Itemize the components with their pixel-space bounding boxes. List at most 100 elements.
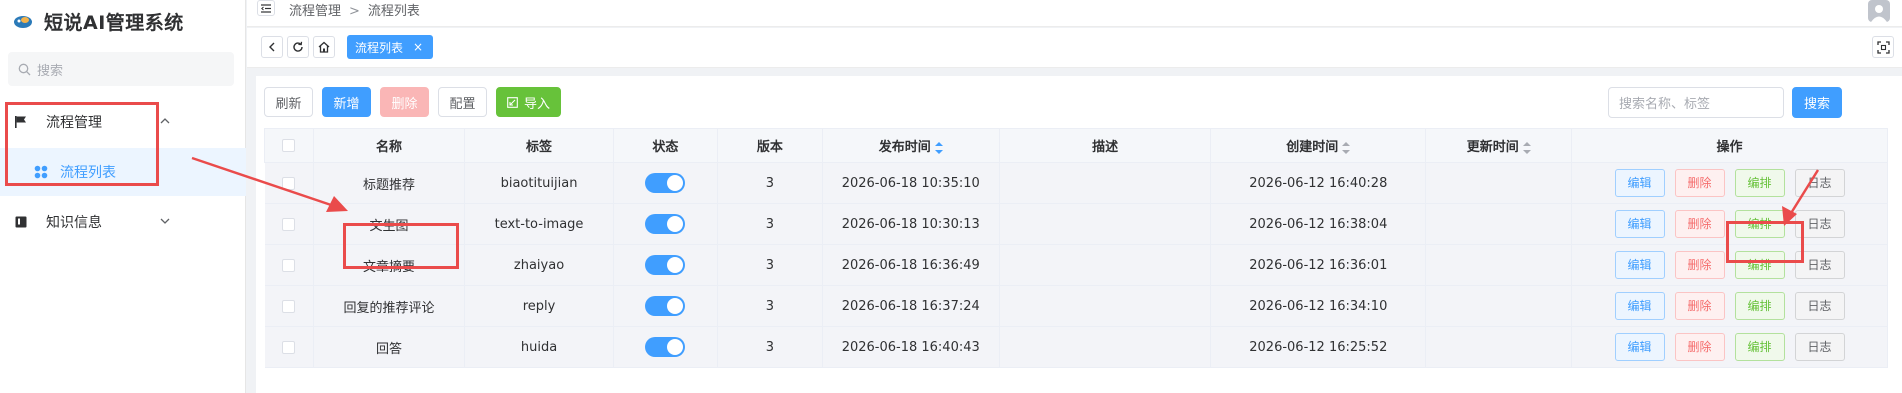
import-icon [507, 96, 518, 108]
log-button[interactable]: 日志 [1794, 251, 1845, 279]
row-select[interactable] [264, 162, 314, 204]
table-row: 回答 huida 3 2026-06-18 16:40:43 2026-06-1… [264, 326, 1888, 368]
main-panel: 刷新 新增 删除 配置 导入 搜索名称、标签 搜索 名称 标签 状态 版本 发布… [256, 76, 1902, 393]
fullscreen-icon [1876, 40, 1890, 54]
refresh-button[interactable]: 刷新 [264, 87, 313, 117]
cell-version: 3 [717, 244, 823, 286]
menu-knowledge-info[interactable]: 知识信息 [0, 200, 246, 244]
add-button[interactable]: 新增 [322, 87, 371, 117]
status-toggle[interactable] [645, 173, 686, 193]
chevron-left-icon [269, 42, 275, 52]
log-button[interactable]: 日志 [1794, 169, 1845, 197]
header-select-all[interactable] [264, 128, 314, 163]
sort-icon[interactable] [934, 141, 943, 154]
cell-actions: 编辑 删除 编排 日志 [1571, 285, 1888, 327]
header-updated[interactable]: 更新时间 [1425, 128, 1573, 163]
status-toggle[interactable] [645, 337, 686, 357]
collapse-sidebar-button[interactable] [257, 0, 275, 16]
cell-status [613, 326, 719, 368]
import-button[interactable]: 导入 [496, 87, 561, 117]
import-button-label: 导入 [523, 96, 550, 112]
checkbox[interactable] [282, 139, 296, 152]
menu-flow-list-label: 流程列表 [60, 165, 116, 181]
arrange-button[interactable]: 编排 [1734, 210, 1785, 238]
checkbox[interactable] [282, 299, 296, 313]
menu-flow-management[interactable]: 流程管理 [0, 100, 246, 144]
sort-icon[interactable] [1342, 141, 1351, 154]
delete-row-button[interactable]: 删除 [1674, 251, 1725, 279]
tab-flow-list[interactable]: 流程列表 × [347, 35, 434, 59]
cell-updated [1425, 244, 1573, 286]
edit-button[interactable]: 编辑 [1614, 169, 1665, 197]
arrange-button[interactable]: 编排 [1734, 251, 1785, 279]
cell-updated [1425, 203, 1573, 245]
status-toggle[interactable] [645, 255, 686, 275]
header-created-label: 创建时间 [1286, 140, 1339, 155]
header-tag: 标签 [464, 128, 614, 163]
cell-status [613, 244, 719, 286]
book-icon [15, 216, 27, 228]
cell-description [999, 285, 1212, 327]
search-input[interactable]: 搜索名称、标签 [1608, 87, 1784, 118]
cell-version: 3 [717, 326, 823, 368]
delete-row-button[interactable]: 删除 [1674, 292, 1725, 320]
table-row: 标题推荐 biaotituijian 3 2026-06-18 10:35:10… [264, 162, 1888, 204]
fullscreen-button[interactable] [1872, 36, 1894, 58]
checkbox[interactable] [282, 340, 296, 354]
cell-published: 2026-06-18 16:36:49 [822, 244, 1000, 286]
arrange-button[interactable]: 编排 [1734, 292, 1785, 320]
edit-button[interactable]: 编辑 [1614, 292, 1665, 320]
search-button[interactable]: 搜索 [1792, 87, 1842, 118]
sort-icon[interactable] [1522, 141, 1531, 154]
home-button[interactable] [313, 36, 335, 58]
log-button[interactable]: 日志 [1794, 210, 1845, 238]
delete-row-button[interactable]: 删除 [1674, 210, 1725, 238]
header-actions: 操作 [1571, 128, 1888, 163]
header-created[interactable]: 创建时间 [1210, 128, 1427, 163]
row-select[interactable] [264, 326, 314, 368]
status-toggle[interactable] [645, 214, 686, 234]
header-published[interactable]: 发布时间 [821, 128, 1000, 163]
delete-row-button[interactable]: 删除 [1674, 333, 1725, 361]
checkbox[interactable] [282, 176, 296, 190]
sidebar-search-placeholder: 搜索 [37, 63, 64, 79]
cell-status [613, 162, 719, 204]
avatar[interactable] [1868, 0, 1890, 22]
refresh-tab-button[interactable] [287, 36, 309, 58]
menu-flow-list[interactable]: 流程列表 [0, 148, 246, 196]
table-row: 文生图 text-to-image 3 2026-06-18 10:30:13 … [264, 203, 1888, 245]
cell-description [999, 326, 1212, 368]
apps-icon [34, 165, 48, 179]
breadcrumb-separator: > [349, 4, 360, 19]
log-button[interactable]: 日志 [1794, 292, 1845, 320]
checkbox[interactable] [282, 217, 296, 231]
row-select[interactable] [264, 244, 314, 286]
cell-tag: huida [464, 326, 614, 368]
log-button[interactable]: 日志 [1794, 333, 1845, 361]
status-toggle[interactable] [645, 296, 686, 316]
row-select[interactable] [264, 203, 314, 245]
sidebar-search[interactable]: 搜索 [8, 52, 234, 86]
header-status: 状态 [612, 128, 719, 163]
delete-row-button[interactable]: 删除 [1674, 169, 1725, 197]
checkbox[interactable] [282, 258, 296, 272]
cell-status [613, 203, 719, 245]
row-select[interactable] [264, 285, 314, 327]
cell-created: 2026-06-12 16:38:04 [1210, 203, 1427, 245]
arrange-button[interactable]: 编排 [1734, 333, 1785, 361]
cell-created: 2026-06-12 16:36:01 [1210, 244, 1427, 286]
config-button[interactable]: 配置 [438, 87, 487, 117]
arrange-button[interactable]: 编排 [1734, 169, 1785, 197]
cell-updated [1425, 162, 1573, 204]
breadcrumb-item[interactable]: 流程管理 [289, 4, 341, 19]
delete-button[interactable]: 删除 [380, 87, 429, 117]
edit-button[interactable]: 编辑 [1614, 333, 1665, 361]
cell-name: 文生图 [313, 203, 466, 245]
edit-button[interactable]: 编辑 [1614, 251, 1665, 279]
close-icon[interactable]: × [413, 40, 423, 54]
cell-version: 3 [717, 162, 823, 204]
edit-button[interactable]: 编辑 [1614, 210, 1665, 238]
header-published-label: 发布时间 [878, 140, 931, 155]
header-name: 名称 [312, 128, 466, 163]
back-button[interactable] [261, 36, 283, 58]
